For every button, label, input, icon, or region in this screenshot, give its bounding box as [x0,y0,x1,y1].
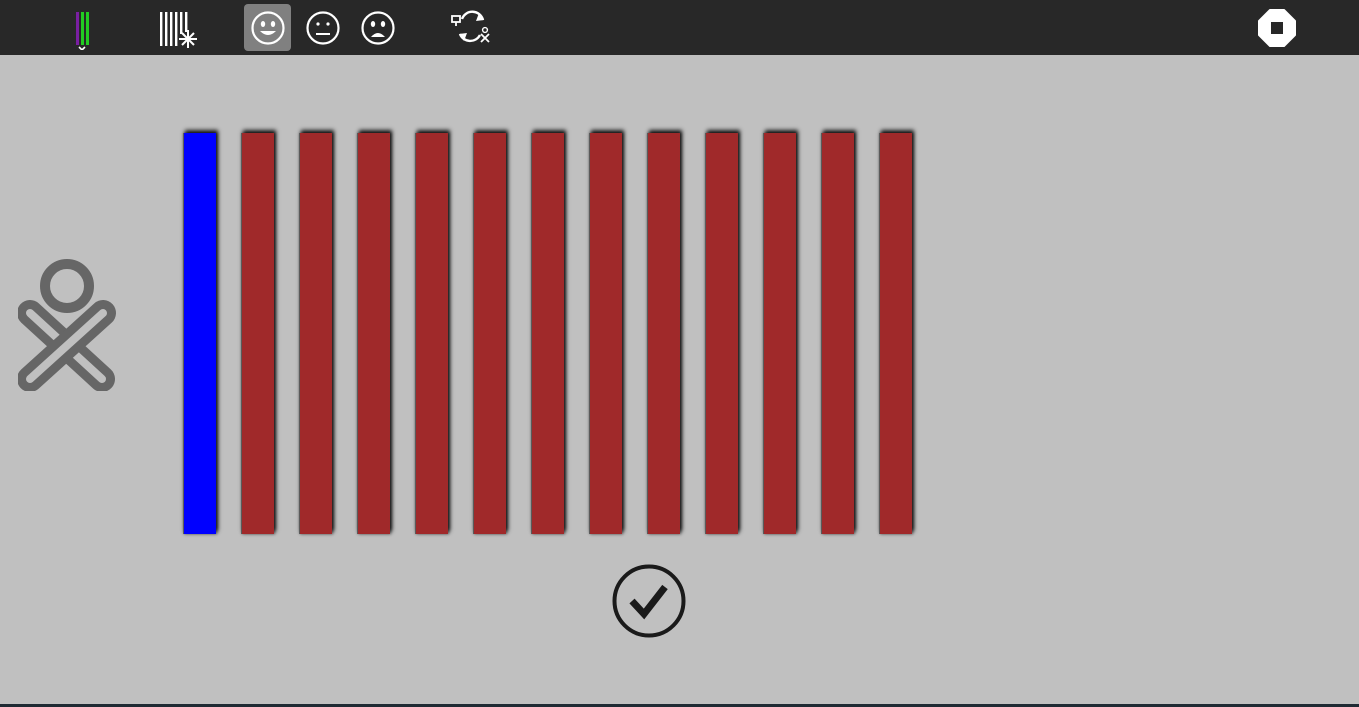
activity-icon [75,11,89,50]
bar[interactable] [647,133,680,534]
sad-face-icon [360,10,395,45]
bar[interactable] [473,133,506,534]
bar[interactable] [763,133,796,534]
bar[interactable] [821,133,854,534]
stop-icon [1257,8,1296,47]
happy-face-icon [250,10,285,45]
share-refresh-icon [450,10,490,43]
bar[interactable] [879,133,912,534]
share-button[interactable] [447,4,494,51]
bar[interactable] [241,133,274,534]
bar[interactable] [415,133,448,534]
bar[interactable] [705,133,738,534]
activity-button[interactable] [58,4,105,51]
neutral-face-icon [305,10,340,45]
toolbar [0,0,1359,55]
bar[interactable] [299,133,332,534]
barcode-spark-icon [159,11,197,48]
bar[interactable] [531,133,564,534]
bar[interactable] [589,133,622,534]
happy-face-button[interactable] [244,4,291,51]
game-canvas [0,55,1359,705]
bar-selected[interactable] [183,133,216,534]
neutral-face-button[interactable] [299,4,346,51]
bar[interactable] [357,133,390,534]
barcode-button[interactable] [152,4,199,51]
sad-face-button[interactable] [354,4,401,51]
check-circle-icon[interactable] [611,563,687,639]
stop-button[interactable] [1253,4,1300,51]
